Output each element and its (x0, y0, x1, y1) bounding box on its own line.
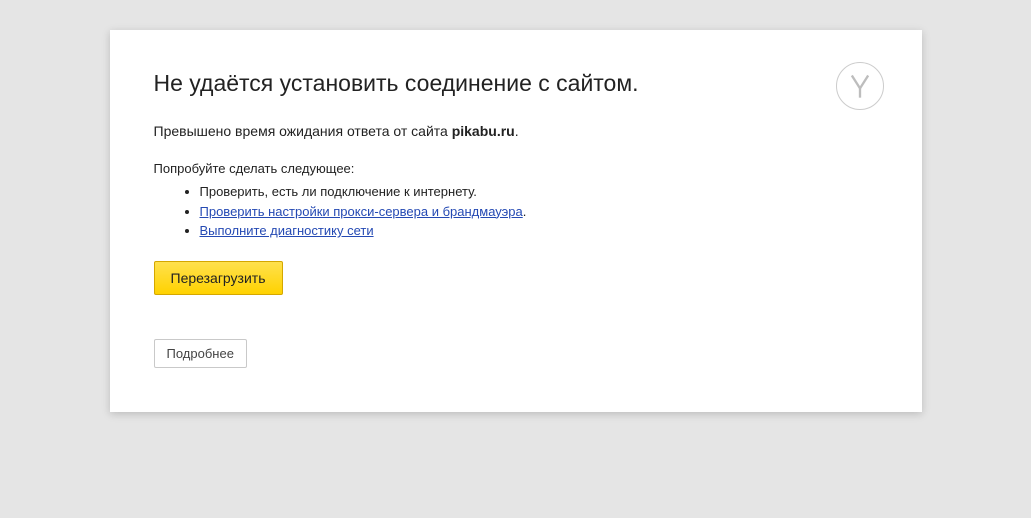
list-item: Выполните диагностику сети (200, 221, 878, 241)
list-item: Проверить настройки прокси-сервера и бра… (200, 202, 878, 222)
proxy-settings-link[interactable]: Проверить настройки прокси-сервера и бра… (200, 204, 523, 219)
proxy-suffix: . (523, 204, 527, 219)
suggestion-check-connection: Проверить, есть ли подключение к интерне… (200, 184, 477, 199)
error-subtitle: Превышено время ожидания ответа от сайта… (154, 123, 878, 139)
suggestion-list: Проверить, есть ли подключение к интерне… (154, 182, 878, 241)
network-diagnostics-link[interactable]: Выполните диагностику сети (200, 223, 374, 238)
error-card: Не удаётся установить соединение с сайто… (110, 30, 922, 412)
details-button[interactable]: Подробнее (154, 339, 247, 368)
try-label: Попробуйте сделать следующее: (154, 161, 878, 176)
yandex-logo-icon (836, 62, 884, 110)
subtitle-domain: pikabu.ru (452, 123, 515, 139)
subtitle-suffix: . (515, 123, 519, 139)
list-item: Проверить, есть ли подключение к интерне… (200, 182, 878, 202)
error-heading: Не удаётся установить соединение с сайто… (154, 70, 878, 97)
reload-button[interactable]: Перезагрузить (154, 261, 283, 295)
subtitle-prefix: Превышено время ожидания ответа от сайта (154, 123, 452, 139)
